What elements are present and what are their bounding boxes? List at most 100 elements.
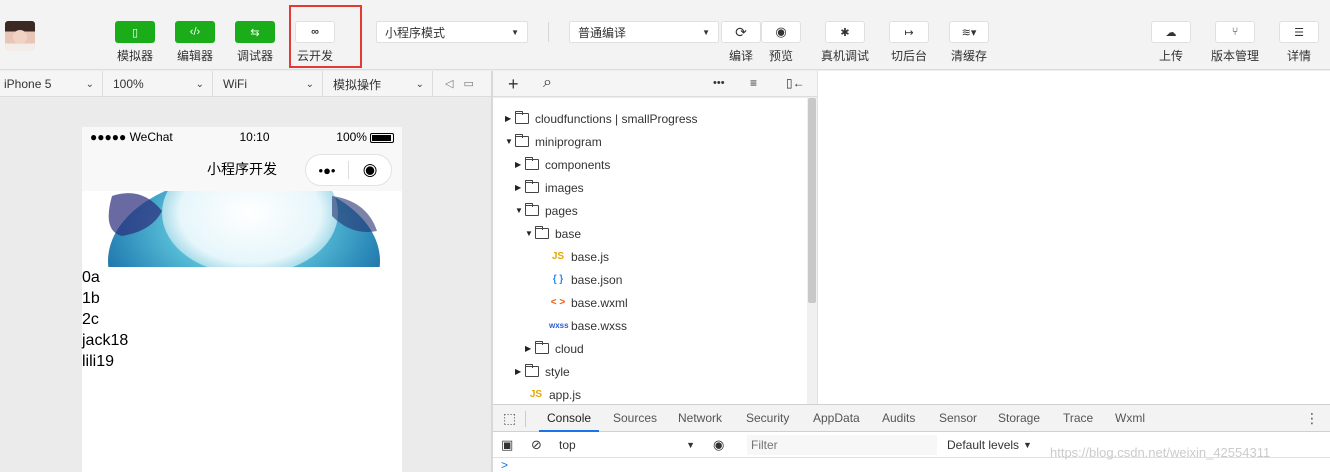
caret-right-icon: ▶: [505, 114, 512, 123]
network-select[interactable]: WiFi ⌄: [213, 71, 323, 97]
tree-item-base-js[interactable]: JS base.js: [549, 245, 609, 268]
battery-icon: [369, 132, 394, 143]
chevron-down-icon: ⌄: [195, 78, 204, 90]
more-icon[interactable]: •●•: [306, 163, 348, 178]
eye-icon: ◉: [761, 21, 801, 43]
mode-select[interactable]: 小程序模式 ▼: [376, 21, 528, 43]
code-editor-area[interactable]: [817, 71, 1330, 404]
filter-input[interactable]: [747, 435, 937, 455]
context-select[interactable]: top ▼: [559, 435, 699, 455]
clear-console-icon[interactable]: ⊘: [531, 435, 542, 455]
tab-audits[interactable]: Audits: [882, 405, 915, 432]
tab-storage[interactable]: Storage: [998, 405, 1040, 432]
tree-item-base-json[interactable]: { } base.json: [549, 268, 623, 291]
tab-appdata[interactable]: AppData: [813, 405, 860, 432]
watermark: https://blog.csdn.net/weixin_42554311: [1050, 445, 1271, 460]
folder-icon: [535, 341, 549, 354]
tab-console[interactable]: Console: [539, 405, 600, 432]
simulator-area: ●●●●● WeChat 10:10 100% 小程序开发 •●• ◉ 0a 1…: [0, 98, 491, 472]
tree-item-app-js[interactable]: JS app.js: [527, 383, 581, 404]
tree-item-cloudfunctions[interactable]: ▶ cloudfunctions | smallProgress: [505, 107, 698, 130]
data-list: 0a 1b 2c jack18 lili19: [82, 267, 402, 372]
battery-indicator: 100%: [336, 130, 394, 144]
split-view-icon[interactable]: ▯←: [786, 76, 805, 90]
folder-icon: [525, 180, 539, 193]
list-item: lili19: [82, 353, 115, 370]
user-avatar[interactable]: [5, 21, 35, 51]
folder-icon: [525, 157, 539, 170]
tab-sensor[interactable]: Sensor: [939, 405, 977, 432]
tree-item-base-wxss[interactable]: wxss base.wxss: [549, 314, 627, 337]
highlight-box: [289, 5, 362, 68]
remote-debug-button[interactable]: ✱ 真机调试: [815, 21, 875, 64]
caret-down-icon: ▼: [515, 206, 523, 215]
caret-down-icon: ▼: [1023, 440, 1032, 450]
wxml-file-icon: < >: [550, 297, 566, 308]
json-file-icon: { }: [552, 274, 564, 285]
version-control-button[interactable]: ⑂ 版本管理: [1205, 21, 1265, 64]
phone-status-bar: ●●●●● WeChat 10:10 100%: [82, 127, 402, 147]
tree-item-images[interactable]: ▶ images: [515, 176, 584, 199]
explorer-toolbar: + ⌕ ••• ≡ ▯←: [493, 71, 817, 97]
device-select[interactable]: iPhone 5 ⌄: [0, 71, 103, 97]
tab-wxml[interactable]: Wxml: [1115, 405, 1145, 432]
debugger-button[interactable]: ⇆ 调试器: [225, 21, 285, 64]
tree-item-miniprogram[interactable]: ▼ miniprogram: [505, 130, 602, 153]
inspect-element-icon[interactable]: ⬚: [503, 405, 516, 432]
simulate-operation-select[interactable]: 模拟操作 ⌄: [323, 71, 433, 97]
capsule-menu: •●• ◉: [305, 154, 392, 186]
switch-background-button[interactable]: ↦ 切后台: [879, 21, 939, 64]
add-file-icon[interactable]: +: [508, 74, 519, 95]
caret-down-icon: ▼: [686, 440, 695, 450]
search-icon[interactable]: ⌕: [543, 74, 552, 92]
bug-icon: ✱: [825, 21, 865, 43]
tree-item-pages[interactable]: ▼ pages: [515, 199, 578, 222]
kebab-menu-icon[interactable]: ⋮: [1305, 405, 1319, 432]
sidebar-toggle-icon[interactable]: ▣: [501, 435, 513, 455]
tree-scrollbar-thumb[interactable]: [808, 98, 816, 303]
compile-select[interactable]: 普通编译 ▼: [569, 21, 719, 43]
chevron-down-icon: ▼: [511, 27, 519, 37]
folder-open-icon: [535, 226, 549, 239]
phone-icon: ▯: [115, 21, 155, 43]
preview-button[interactable]: ◉ 预览: [751, 21, 811, 64]
details-button[interactable]: ☰ 详情: [1269, 21, 1329, 64]
nav-title: 小程序开发: [207, 161, 277, 177]
log-levels-select[interactable]: Default levels ▼: [947, 435, 1032, 455]
list-item: 0a: [82, 269, 100, 286]
tree-item-base-wxml[interactable]: < > base.wxml: [549, 291, 628, 314]
tree-item-components[interactable]: ▶ components: [515, 153, 610, 176]
speaker-icon[interactable]: ◁: [445, 77, 453, 90]
list-item: 2c: [82, 311, 99, 328]
close-target-icon[interactable]: ◉: [349, 160, 391, 180]
eye-icon[interactable]: ◉: [713, 435, 724, 455]
caret-right-icon: ▶: [515, 367, 522, 376]
caret-right-icon: ▶: [515, 183, 522, 192]
list-item: 1b: [82, 290, 100, 307]
clear-cache-button[interactable]: ≋▾ 清缓存: [939, 21, 999, 64]
collapse-icon[interactable]: ≡: [750, 76, 757, 90]
tab-security[interactable]: Security: [746, 405, 789, 432]
upload-button[interactable]: ☁ 上传: [1141, 21, 1201, 64]
tree-item-base[interactable]: ▼ base: [525, 222, 581, 245]
screen-popout-icon[interactable]: ▭: [463, 77, 473, 90]
tree-item-cloud[interactable]: ▶ cloud: [525, 337, 584, 360]
zoom-select[interactable]: 100% ⌄: [103, 71, 213, 97]
tree-item-style[interactable]: ▶ style: [515, 360, 570, 383]
switch-background-icon: ↦: [889, 21, 929, 43]
js-file-icon: JS: [551, 251, 565, 262]
console-prompt[interactable]: >: [493, 458, 1330, 472]
caret-down-icon: ▼: [505, 137, 513, 146]
folder-open-icon: [525, 203, 539, 216]
tab-trace[interactable]: Trace: [1063, 405, 1093, 432]
cloud-upload-icon: ☁: [1151, 21, 1191, 43]
simulator-button[interactable]: ▯ 模拟器: [105, 21, 165, 64]
phone-nav-bar: 小程序开发 •●• ◉: [82, 147, 402, 191]
tab-sources[interactable]: Sources: [613, 405, 657, 432]
toolbar-divider: [548, 22, 549, 42]
simulator-toolbar: iPhone 5 ⌄ 100% ⌄ WiFi ⌄ 模拟操作 ⌄ ◁ ▭: [0, 71, 491, 97]
file-tree: ▶ cloudfunctions | smallProgress ▼ minip…: [493, 98, 807, 404]
tab-network[interactable]: Network: [678, 405, 722, 432]
more-options-icon[interactable]: •••: [713, 77, 725, 89]
editor-button[interactable]: ‹/› 编辑器: [165, 21, 225, 64]
